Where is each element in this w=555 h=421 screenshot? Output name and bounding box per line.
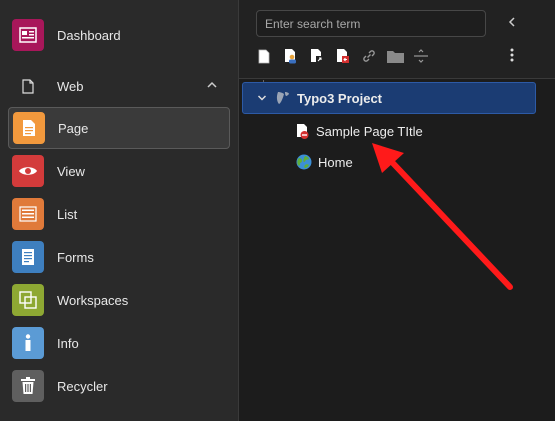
module-group-web-label: Web xyxy=(57,78,84,94)
module-menu: Dashboard Web Page View List Forms Works… xyxy=(0,0,239,421)
page-outline-icon xyxy=(12,78,44,94)
typo3-logo-icon xyxy=(275,90,291,106)
search-input[interactable] xyxy=(256,10,486,37)
module-view-label: View xyxy=(57,163,85,179)
page-icon xyxy=(13,112,45,144)
folder-icon[interactable] xyxy=(386,47,404,65)
tree-node-label: Sample Page TItle xyxy=(316,123,423,139)
eye-icon xyxy=(12,155,44,187)
dashboard-icon xyxy=(12,19,44,51)
workspaces-icon xyxy=(12,284,44,316)
module-workspaces-label: Workspaces xyxy=(57,292,129,308)
page-tree-toolbar xyxy=(239,0,555,79)
module-dashboard[interactable]: Dashboard xyxy=(8,14,230,56)
new-page-icon[interactable] xyxy=(257,47,271,65)
tree-node-sample-page[interactable]: Sample Page TItle xyxy=(296,121,423,141)
module-recycler-label: Recycler xyxy=(57,378,108,394)
page-shortcut-icon[interactable] xyxy=(309,47,325,65)
tree-node-label: Home xyxy=(318,154,353,170)
module-group-web[interactable]: Web xyxy=(8,70,230,102)
module-workspaces[interactable]: Workspaces xyxy=(8,279,230,321)
module-page-label: Page xyxy=(58,120,89,136)
module-forms-label: Forms xyxy=(57,249,94,265)
module-list[interactable]: List xyxy=(8,193,230,235)
list-icon xyxy=(12,198,44,230)
module-recycler[interactable]: Recycler xyxy=(8,365,230,407)
info-icon xyxy=(12,327,44,359)
page-external-icon[interactable] xyxy=(335,47,351,65)
tree-root-label: Typo3 Project xyxy=(297,90,383,106)
globe-icon xyxy=(296,154,312,170)
form-icon xyxy=(12,241,44,273)
tree-root-node[interactable]: Typo3 Project xyxy=(242,82,536,114)
page-disabled-icon xyxy=(296,123,310,140)
module-info[interactable]: Info xyxy=(8,322,230,364)
module-list-label: List xyxy=(57,206,78,222)
trash-icon xyxy=(12,370,44,402)
module-forms[interactable]: Forms xyxy=(8,236,230,278)
module-page[interactable]: Page xyxy=(8,107,230,149)
module-view[interactable]: View xyxy=(8,150,230,192)
page-user-icon[interactable] xyxy=(283,47,299,65)
chevron-down-icon[interactable] xyxy=(257,91,267,106)
link-icon[interactable] xyxy=(361,47,377,65)
module-info-label: Info xyxy=(57,335,79,351)
page-tree-panel: Typo3 Project Sample Page TItle Home xyxy=(239,0,555,421)
divider-icon[interactable] xyxy=(413,47,429,65)
more-options-icon[interactable] xyxy=(510,48,514,67)
chevron-up-icon[interactable] xyxy=(206,78,218,96)
chevron-left-icon[interactable] xyxy=(507,15,517,33)
module-dashboard-label: Dashboard xyxy=(57,27,121,43)
tree-node-home[interactable]: Home xyxy=(296,152,353,172)
